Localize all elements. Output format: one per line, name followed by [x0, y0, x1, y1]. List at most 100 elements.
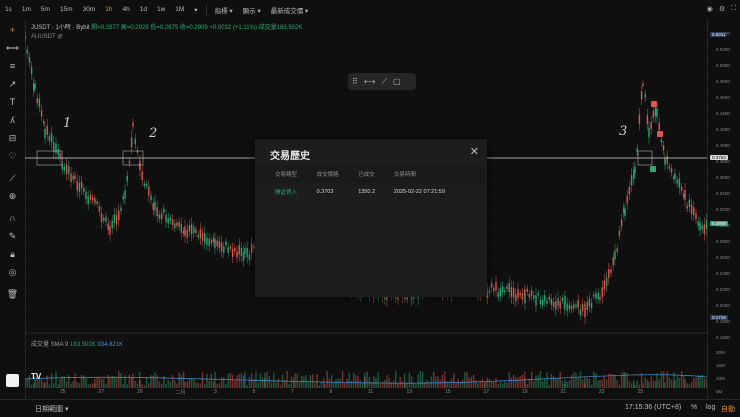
candle-body [171, 219, 174, 225]
change-value: +0.0032 (+1.11%) [209, 25, 257, 31]
watermark-toggle-button[interactable] [6, 374, 19, 387]
date-tick: 27 [98, 389, 105, 395]
candle-body [490, 282, 493, 288]
volume-bar [357, 375, 359, 388]
secondary-symbol[interactable]: AUUSDT [31, 34, 56, 40]
date-tick: 5 [252, 389, 256, 395]
timeframe-dropdown-icon[interactable]: ▾ [189, 6, 202, 14]
volume-indicator-label[interactable]: 成交量 SMA 9 [31, 342, 68, 348]
volume-bar [652, 379, 655, 388]
volume-bar [504, 381, 506, 388]
indicators-label: 指標 [214, 7, 228, 15]
date-tick: 19 [522, 389, 528, 395]
timeframe-1h[interactable]: 1h [100, 6, 117, 13]
indicators-menu[interactable]: 指標 ▾ [210, 5, 238, 15]
text-icon[interactable]: T [6, 96, 19, 109]
header-price: 成交價格 [316, 172, 339, 178]
volume-bar [693, 377, 695, 388]
open-value: 開=0.2877 [91, 25, 120, 31]
rectangle-tool-icon[interactable]: ▢ [393, 77, 401, 86]
volume-bar [628, 381, 631, 388]
display-menu[interactable]: 顯示 ▾ [238, 5, 266, 15]
buy-marker [650, 166, 656, 172]
symbol-name[interactable]: JUSDT · 1小時 · Bybit [31, 25, 90, 31]
clock[interactable]: 17:15:36 (UTC+8) [625, 404, 681, 411]
candle-body [195, 229, 197, 233]
timeframe-1s[interactable]: 1s [0, 6, 17, 13]
candle-body [210, 240, 213, 244]
line-tool-icon[interactable]: ⟋ [381, 77, 387, 87]
pattern-icon[interactable]: ʎ [6, 114, 19, 127]
ruler-icon[interactable]: ⟋ [6, 172, 19, 185]
timeframe-1d[interactable]: 1d [135, 6, 152, 13]
volume-bar [85, 377, 87, 388]
measure-icon[interactable]: ⊟ [6, 132, 19, 145]
crosshair-icon[interactable]: + [6, 24, 19, 37]
channel-icon[interactable]: ≡ [6, 60, 19, 73]
timeframe-1M[interactable]: 1M [170, 6, 189, 13]
volume-bar [599, 379, 601, 388]
timeframe-5m[interactable]: 5m [36, 6, 55, 13]
trade-history-table: 交易類型 成交價格 已成交 交易時間 開倉買入 0.3703 1350.2 20… [255, 165, 483, 201]
last-price-menu[interactable]: 最新成交價 ▾ [266, 5, 314, 15]
volume-bar [386, 375, 388, 388]
candle-body [597, 292, 599, 299]
volume-bar [453, 373, 455, 388]
lock-icon[interactable]: 🔒︎ [6, 248, 19, 261]
candle-body [699, 222, 701, 231]
volume-bar [437, 376, 439, 388]
candle-body [63, 166, 66, 171]
candle-body [670, 168, 673, 173]
candle-body [126, 175, 128, 182]
candle-body [612, 257, 614, 265]
zoom-in-icon[interactable]: ⊕ [6, 190, 19, 203]
camera-icon[interactable]: ◉ [707, 5, 713, 13]
horizontal-line-tool-icon[interactable]: ⟷ [364, 77, 375, 86]
candle-body [588, 298, 591, 307]
trash-icon[interactable]: 🗑︎ [6, 288, 19, 301]
price-tick: 0.5200 [716, 47, 730, 52]
volume-bar [515, 377, 517, 388]
hide-eye-icon[interactable]: ◎̸ [57, 34, 62, 40]
volume-bar [660, 371, 663, 388]
timeframe-15m[interactable]: 15m [55, 6, 78, 13]
candle-body [579, 309, 582, 316]
drag-handle-icon[interactable]: ⠿ [352, 77, 358, 86]
heart-icon[interactable]: ♡ [6, 150, 19, 163]
percent-toggle[interactable]: % [691, 404, 697, 411]
trend-line-icon[interactable]: ↗ [6, 78, 19, 91]
log-toggle[interactable]: log [706, 404, 715, 411]
magnet-icon[interactable]: ∩ [6, 212, 19, 225]
date-range-button[interactable]: 日期範圍 ▾ [35, 404, 68, 414]
table-row[interactable]: 開倉買入 0.3703 1350.2 2025-02-22 07:21:59 [255, 183, 483, 201]
horizontal-line-icon[interactable]: ⟷ [6, 42, 19, 55]
candle-body [204, 233, 206, 243]
candle-body [94, 200, 96, 203]
price-axis[interactable]: 0.54000.52000.50000.48000.46000.44000.42… [707, 19, 740, 399]
settings-icon[interactable]: ⚙ [719, 5, 725, 13]
date-tick: 25 [60, 389, 66, 395]
candle-body [220, 242, 223, 252]
timeframe-30m[interactable]: 30m [78, 6, 101, 13]
dialog-title: 交易歷史 [270, 151, 310, 162]
candle-body [646, 115, 649, 124]
fullscreen-icon[interactable]: ⛶ [731, 5, 736, 13]
candle-body [238, 245, 240, 255]
candle-body [550, 298, 553, 305]
close-icon[interactable]: ✕ [470, 145, 479, 158]
candle-body [182, 230, 185, 234]
auto-toggle[interactable]: 自動 [721, 404, 735, 414]
timeframe-1w[interactable]: 1w [152, 6, 170, 13]
date-axis[interactable]: 25 27 29 二月 3 5 7 9 11 13 15 17 19 21 23 25 [25, 388, 707, 399]
timeframe-4h[interactable]: 4h [117, 6, 134, 13]
volume-bar [180, 374, 183, 388]
timeframe-1m[interactable]: 1m [17, 6, 36, 13]
eye-icon[interactable]: ◎ [6, 266, 19, 279]
date-tick: 17 [483, 389, 490, 395]
volume-bar [234, 379, 236, 388]
volume-bar [646, 379, 649, 388]
volume-bar [46, 375, 48, 388]
date-tick: 23 [599, 389, 605, 395]
volume-bar [508, 372, 510, 388]
pencil-lock-icon[interactable]: ✎ [6, 230, 19, 243]
